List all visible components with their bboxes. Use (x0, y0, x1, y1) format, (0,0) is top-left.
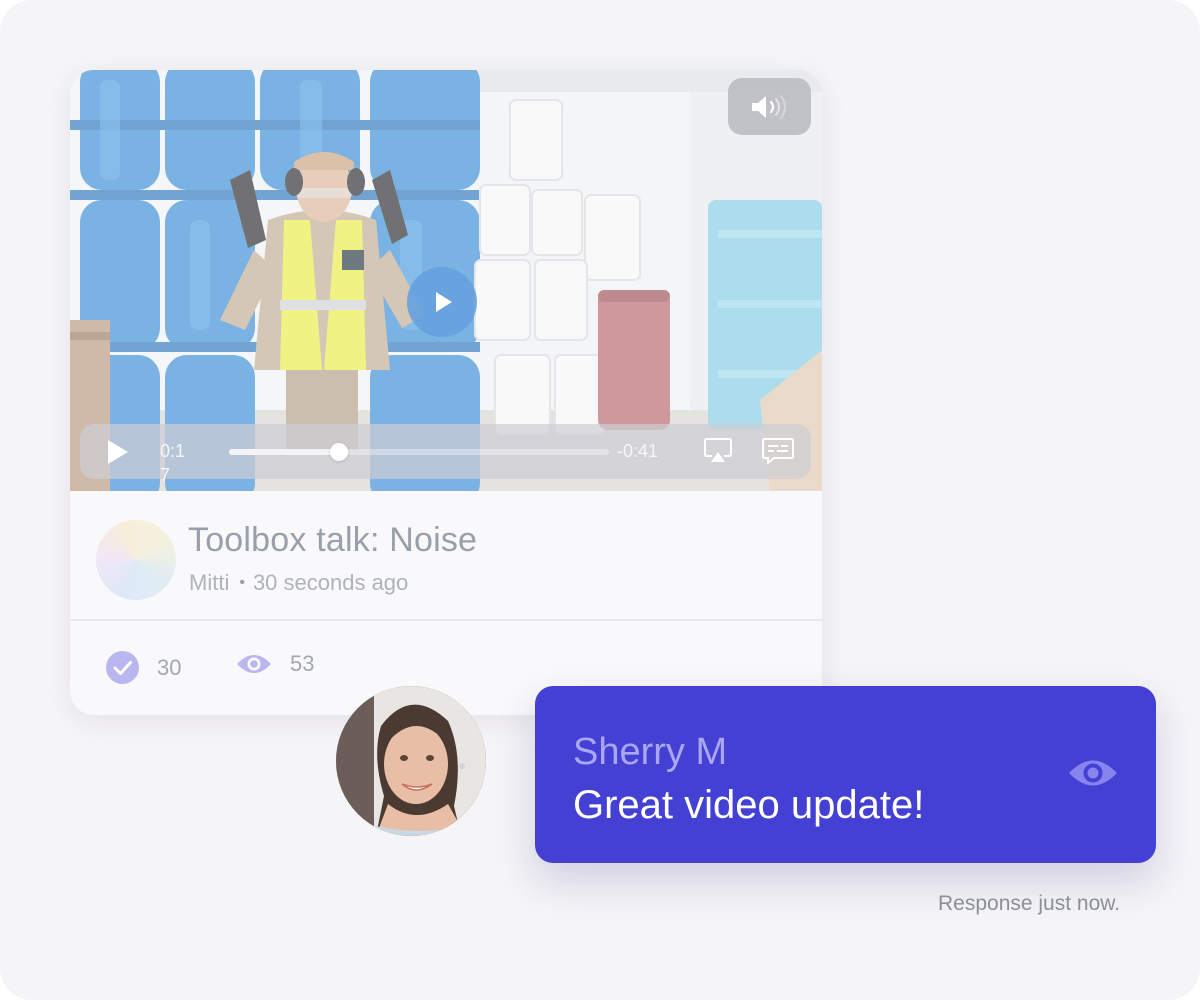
views-count: 53 (290, 651, 315, 676)
play-overlay-button[interactable] (407, 267, 477, 337)
progress-handle[interactable] (330, 443, 349, 461)
post-title[interactable]: Toolbox talk: Noise (188, 521, 477, 560)
check-circle-icon (106, 651, 139, 684)
response-bubble: Sherry M Great video update! (535, 686, 1156, 863)
response-status: Response just now. (938, 892, 1121, 915)
elapsed-time: 0:17 (160, 441, 186, 485)
author-avatar[interactable] (96, 520, 176, 600)
video-player[interactable]: 0:17 -0:41 (70, 70, 822, 491)
responder-avatar[interactable] (336, 686, 486, 836)
post-info: Toolbox talk: Noise Mitti • 30 seconds a… (70, 491, 822, 620)
airplay-icon[interactable] (704, 438, 732, 464)
speaker-icon (751, 94, 786, 119)
eye-icon (237, 655, 271, 673)
post-card: 0:17 -0:41 Toolbox talk: Noise Mitti • 3… (70, 70, 822, 715)
response-message: Great video update! (573, 783, 925, 827)
post-time: 30 seconds ago (252, 570, 409, 595)
views-stat[interactable]: 53 (236, 651, 314, 677)
acknowledgements-stat[interactable]: 30 (106, 651, 181, 684)
play-icon (436, 292, 452, 312)
video-controls: 0:17 -0:41 (80, 424, 811, 485)
progress-fill (229, 449, 340, 455)
acknowledgements-count: 30 (157, 654, 182, 680)
responder-name: Sherry M (573, 731, 728, 773)
eye-icon[interactable] (1068, 756, 1118, 790)
canvas: 0:17 -0:41 Toolbox talk: Noise Mitti • 3… (0, 0, 1200, 1000)
progress-bar[interactable] (229, 443, 609, 461)
post-author[interactable]: Mitti (189, 570, 229, 596)
remaining-time: -0:41 (617, 441, 659, 461)
mute-button[interactable] (728, 78, 811, 135)
play-icon[interactable] (106, 439, 130, 465)
responder-photo (336, 686, 486, 836)
post-meta: Mitti • 30 seconds ago (189, 570, 408, 596)
captions-icon[interactable] (762, 438, 794, 464)
meta-separator: • (239, 574, 245, 591)
